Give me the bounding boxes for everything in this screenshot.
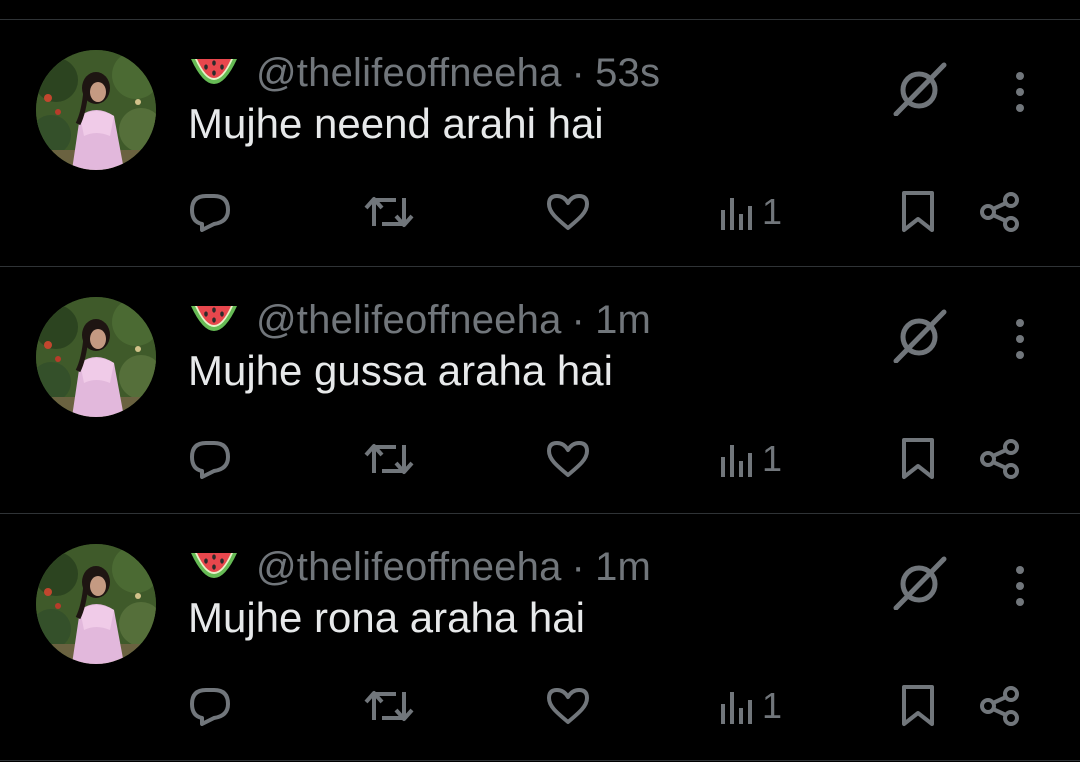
tweet-1[interactable]: @thelifeoffneeha · 53s Mujhe neend arahi…: [0, 20, 1080, 266]
reply-bubble-icon: [190, 194, 230, 232]
share-nodes-icon: [980, 686, 1019, 726]
bookmark-icon: [902, 191, 934, 232]
heart-icon: [547, 688, 589, 724]
tweet-header: @thelifeoffneeha · 53s: [188, 48, 660, 98]
tweet-2[interactable]: @thelifeoffneeha · 1m Mujhe gussa araha …: [0, 267, 1080, 513]
like-button[interactable]: [546, 192, 590, 232]
share-nodes-icon: [980, 439, 1019, 479]
bookmark-button[interactable]: [898, 191, 938, 232]
vertical-dots-icon[interactable]: [1008, 70, 1032, 114]
bookmark-button[interactable]: [898, 438, 938, 479]
user-handle[interactable]: @thelifeoffneeha: [256, 545, 562, 590]
reply-bubble-icon: [190, 688, 230, 726]
separator-dot: ·: [571, 50, 586, 95]
tweet-header: @thelifeoffneeha · 1m: [188, 542, 651, 592]
watermelon-emoji-icon: [191, 553, 237, 578]
reply-button[interactable]: [188, 439, 232, 479]
user-handle[interactable]: @thelifeoffneeha: [256, 51, 562, 96]
divider-bottom: [0, 760, 1080, 761]
timestamp[interactable]: 1m: [595, 545, 651, 590]
avatar-photo: [36, 297, 156, 417]
avatar-photo: [36, 544, 156, 664]
vertical-dots-icon[interactable]: [1008, 564, 1032, 608]
tweet-3[interactable]: @thelifeoffneeha · 1m Mujhe rona araha h…: [0, 514, 1080, 760]
views-count: 1: [762, 685, 783, 726]
views-button[interactable]: 1: [718, 685, 783, 726]
bookmark-button[interactable]: [898, 685, 938, 726]
reply-bubble-icon: [190, 441, 230, 479]
share-nodes-icon: [980, 192, 1019, 232]
avatar[interactable]: [36, 50, 156, 170]
heart-icon: [547, 194, 589, 230]
like-button[interactable]: [546, 686, 590, 726]
views-count: 1: [762, 191, 783, 232]
repost-arrows-icon: [364, 197, 414, 227]
share-button[interactable]: [978, 192, 1022, 232]
reply-button[interactable]: [188, 686, 232, 726]
vertical-dots-icon[interactable]: [1008, 317, 1032, 361]
repost-button[interactable]: [364, 192, 414, 232]
tweet-text: Mujhe neend arahi hai: [188, 100, 604, 147]
grok-icon[interactable]: [893, 309, 947, 363]
bookmark-icon: [902, 438, 934, 479]
views-button[interactable]: 1: [718, 191, 783, 232]
avatar[interactable]: [36, 544, 156, 664]
separator-dot: ·: [571, 544, 586, 589]
views-count: 1: [762, 438, 783, 479]
share-button[interactable]: [978, 686, 1022, 726]
timestamp[interactable]: 53s: [595, 51, 660, 96]
reply-button[interactable]: [188, 192, 232, 232]
timestamp[interactable]: 1m: [595, 298, 651, 343]
share-button[interactable]: [978, 439, 1022, 479]
repost-arrows-icon: [364, 444, 414, 474]
user-handle[interactable]: @thelifeoffneeha: [256, 298, 562, 343]
bookmark-icon: [902, 685, 934, 726]
tweet-header: @thelifeoffneeha · 1m: [188, 295, 651, 345]
avatar[interactable]: [36, 297, 156, 417]
repost-button[interactable]: [364, 439, 414, 479]
heart-icon: [547, 441, 589, 477]
watermelon-emoji-icon: [191, 59, 237, 84]
avatar-photo: [36, 50, 156, 170]
repost-button[interactable]: [364, 686, 414, 726]
repost-arrows-icon: [364, 691, 414, 721]
separator-dot: ·: [571, 297, 586, 342]
like-button[interactable]: [546, 439, 590, 479]
views-button[interactable]: 1: [718, 438, 783, 479]
tweet-text: Mujhe gussa araha hai: [188, 347, 613, 394]
bar-chart-icon: [721, 445, 752, 477]
grok-icon[interactable]: [893, 62, 947, 116]
tweet-text: Mujhe rona araha hai: [188, 594, 585, 641]
bar-chart-icon: [721, 198, 752, 230]
bar-chart-icon: [721, 692, 752, 724]
grok-icon[interactable]: [893, 556, 947, 610]
watermelon-emoji-icon: [191, 306, 237, 331]
